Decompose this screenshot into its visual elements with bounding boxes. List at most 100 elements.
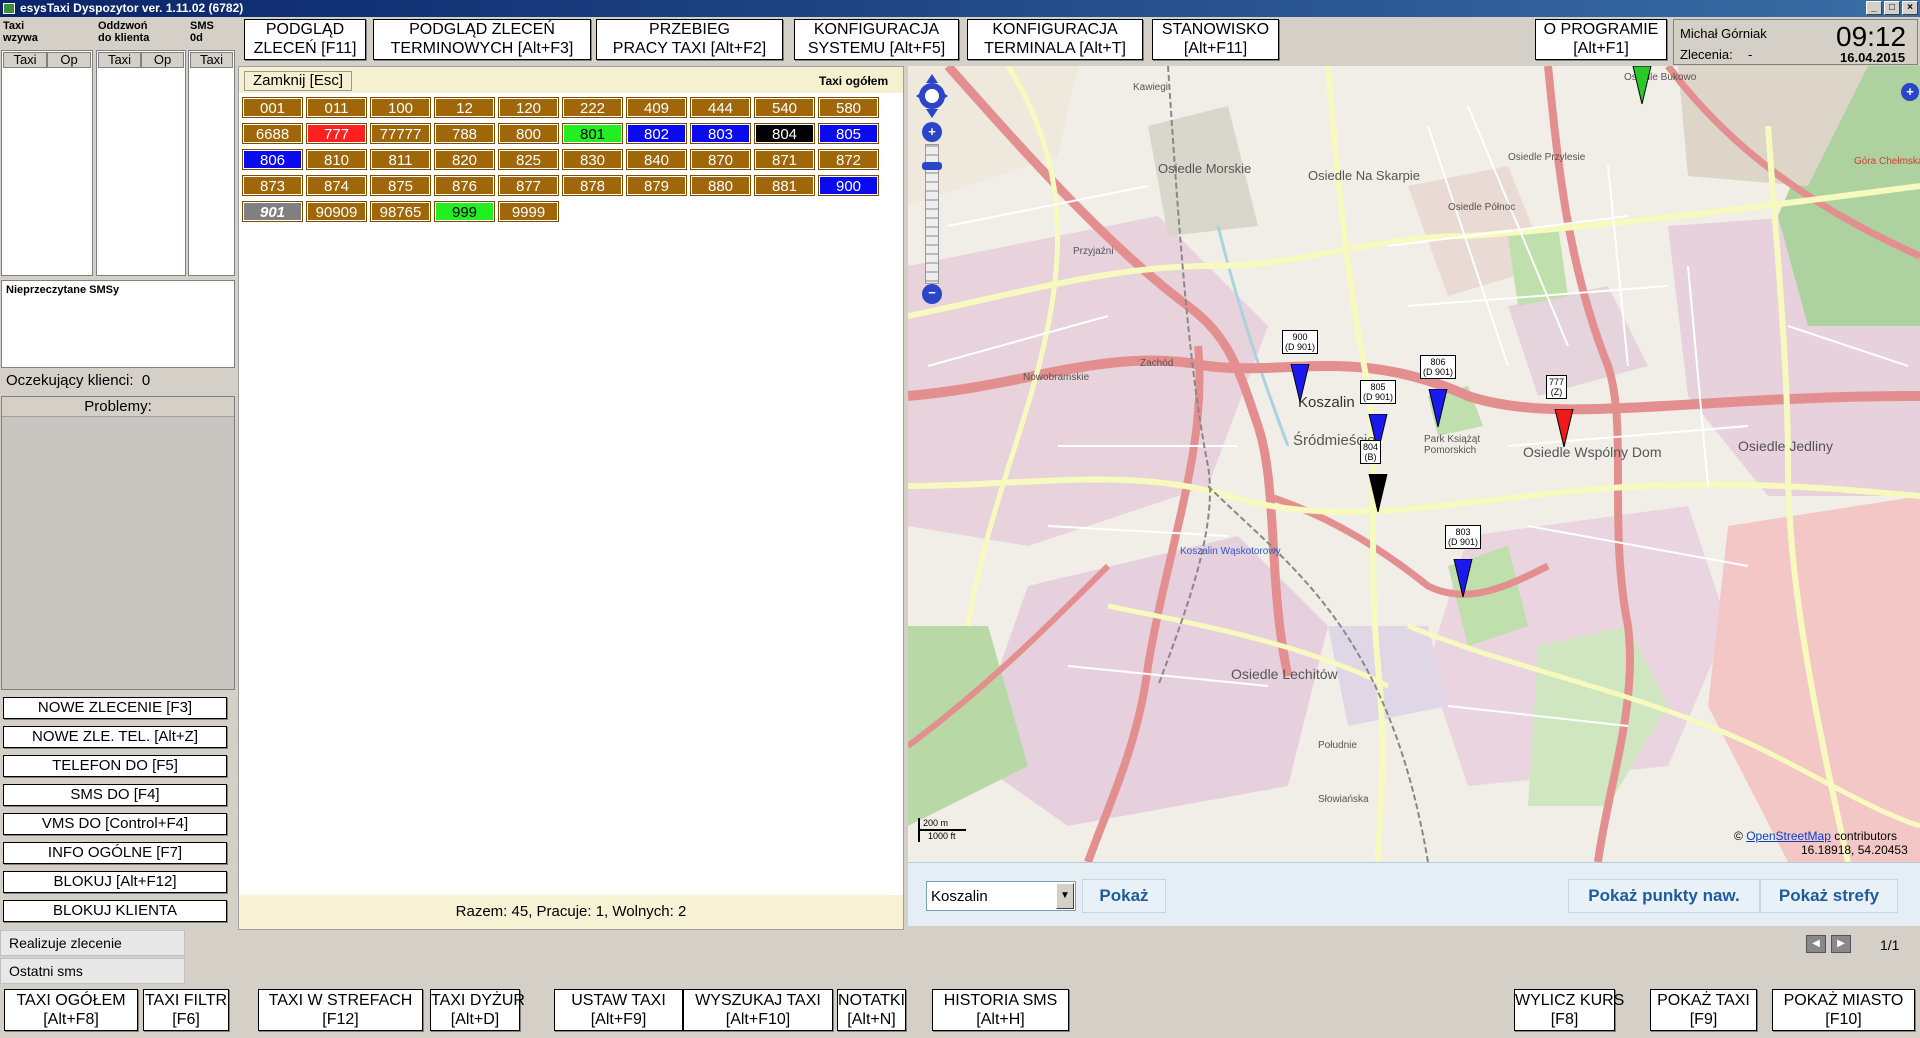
taxi-cell-878[interactable]: 878	[562, 175, 623, 196]
layer-switcher-icon[interactable]: +	[1901, 83, 1919, 101]
taxi-cell-800[interactable]: 800	[498, 123, 559, 144]
pin-label-900[interactable]: 900 (D 901)	[1282, 330, 1319, 354]
taxi-cell-409[interactable]: 409	[626, 97, 687, 118]
taxi-cell-872[interactable]: 872	[818, 149, 879, 170]
show-city-button[interactable]: Pokaż	[1082, 879, 1166, 913]
taxi-cell-830[interactable]: 830	[562, 149, 623, 170]
taxi-cell-540[interactable]: 540	[754, 97, 815, 118]
taxi-cell-100[interactable]: 100	[370, 97, 431, 118]
about-button[interactable]: O PROGRAMIE [Alt+F1]	[1535, 19, 1667, 60]
taxi-cell-001[interactable]: 001	[242, 97, 303, 118]
taxi-cell-874[interactable]: 874	[306, 175, 367, 196]
taxi-cell-811[interactable]: 811	[370, 149, 431, 170]
taxi-cell-999[interactable]: 999	[434, 201, 495, 222]
pin-label-805[interactable]: 805 (D 901)	[1360, 380, 1397, 404]
taxi-cell-870[interactable]: 870	[690, 149, 751, 170]
pin-label-777[interactable]: 777 (Z)	[1546, 375, 1568, 399]
sms-to-button[interactable]: SMS DO [F4]	[3, 784, 227, 806]
block-client-button[interactable]: BLOKUJ KLIENTA	[3, 900, 227, 922]
taxi-cell-120[interactable]: 120	[498, 97, 559, 118]
green-pin-icon[interactable]	[1631, 66, 1653, 106]
taxi-cell-98765[interactable]: 98765	[370, 201, 431, 222]
scheduled-orders-button[interactable]: PODGLĄD ZLECEŃ TERMINOWYCH [Alt+F3]	[373, 19, 591, 60]
system-config-button[interactable]: KONFIGURACJA SYSTEMU [Alt+F5]	[794, 19, 959, 60]
calling-col-op[interactable]: Op	[47, 52, 91, 68]
close-button[interactable]: ×	[1902, 1, 1918, 15]
taxi-cell-803[interactable]: 803	[690, 123, 751, 144]
taxi-cell-810[interactable]: 810	[306, 149, 367, 170]
taxi-cell-873[interactable]: 873	[242, 175, 303, 196]
taxi-cell-804[interactable]: 804	[754, 123, 815, 144]
pan-control[interactable]	[916, 74, 948, 118]
zoom-out-icon[interactable]: −	[922, 284, 942, 304]
taxi-cell-876[interactable]: 876	[434, 175, 495, 196]
taxi-cell-580[interactable]: 580	[818, 97, 879, 118]
show-taxi-button[interactable]: POKAŻ TAXI [F9]	[1650, 989, 1757, 1031]
general-info-button[interactable]: INFO OGÓLNE [F7]	[3, 842, 227, 864]
map-pin-icon-804[interactable]	[1367, 474, 1389, 514]
terminal-config-button[interactable]: KONFIGURACJA TERMINALA [Alt+T]	[967, 19, 1143, 60]
taxi-cell-6688[interactable]: 6688	[242, 123, 303, 144]
taxi-cell-90909[interactable]: 90909	[306, 201, 367, 222]
minimize-button[interactable]: _	[1866, 1, 1882, 15]
taxi-cell-877[interactable]: 877	[498, 175, 559, 196]
taxi-cell-840[interactable]: 840	[626, 149, 687, 170]
show-nav-points-button[interactable]: Pokaż punkty naw.	[1568, 879, 1760, 913]
taxi-cell-825[interactable]: 825	[498, 149, 559, 170]
taxi-cell-900[interactable]: 900	[818, 175, 879, 196]
vms-to-button[interactable]: VMS DO [Control+F4]	[3, 813, 227, 835]
workstation-button[interactable]: STANOWISKO [Alt+F11]	[1152, 19, 1279, 60]
taxi-filter-button[interactable]: TAXI FILTR [F6]	[143, 989, 229, 1031]
show-zones-button[interactable]: Pokaż strefy	[1760, 879, 1898, 913]
tab-ostatni-sms[interactable]: Ostatni sms	[0, 958, 185, 984]
prev-page-icon[interactable]: ◀	[1806, 935, 1826, 953]
taxi-cell-011[interactable]: 011	[306, 97, 367, 118]
map-pin-icon-777[interactable]	[1553, 409, 1575, 449]
pickup-col-taxi[interactable]: Taxi	[98, 52, 141, 68]
taxi-cell-879[interactable]: 879	[626, 175, 687, 196]
taxi-work-history-button[interactable]: PRZEBIEG PRACY TAXI [Alt+F2]	[596, 19, 783, 60]
tab-realizuje-zlecenie[interactable]: Realizuje zlecenie	[0, 930, 185, 956]
maximize-button[interactable]: □	[1884, 1, 1900, 15]
notes-button[interactable]: NOTATKI [Alt+N]	[837, 989, 906, 1031]
calling-col-taxi[interactable]: Taxi	[3, 52, 47, 68]
new-order-button[interactable]: NOWE ZLECENIE [F3]	[3, 697, 227, 719]
taxi-cell-880[interactable]: 880	[690, 175, 751, 196]
unread-sms-panel[interactable]: Nieprzeczytane SMSy	[1, 280, 235, 368]
calling-list-body[interactable]	[1, 50, 93, 276]
phone-to-button[interactable]: TELEFON DO [F5]	[3, 755, 227, 777]
find-taxi-button[interactable]: WYSZUKAJ TAXI [Alt+F10]	[683, 989, 833, 1031]
new-phone-order-button[interactable]: NOWE ZLE. TEL. [Alt+Z]	[3, 726, 227, 748]
taxi-cell-801[interactable]: 801	[562, 123, 623, 144]
osm-link[interactable]: OpenStreetMap	[1746, 829, 1831, 843]
set-taxi-button[interactable]: USTAW TAXI [Alt+F9]	[554, 989, 683, 1031]
zoom-in-icon[interactable]: +	[922, 122, 942, 142]
pin-label-803[interactable]: 803 (D 901)	[1445, 525, 1482, 549]
taxi-cell-802[interactable]: 802	[626, 123, 687, 144]
city-select[interactable]: Koszalin ▼	[926, 881, 1076, 911]
taxi-cell-9999[interactable]: 9999	[498, 201, 559, 222]
map-pin-icon-900[interactable]	[1289, 364, 1311, 404]
taxi-duty-button[interactable]: TAXI DYŻUR [Alt+D]	[430, 989, 525, 1031]
map-pin-icon-803[interactable]	[1452, 559, 1474, 599]
taxi-cell-444[interactable]: 444	[690, 97, 751, 118]
taxi-cell-881[interactable]: 881	[754, 175, 815, 196]
map-view[interactable]: Osiedle Morskie Osiedle Na Skarpie Osied…	[908, 66, 1920, 862]
taxi-cell-805[interactable]: 805	[818, 123, 879, 144]
sms-history-button[interactable]: HISTORIA SMS [Alt+H]	[932, 989, 1069, 1031]
taxi-cell-901[interactable]: 901	[242, 201, 303, 222]
zoom-slider-handle[interactable]	[922, 162, 942, 170]
pin-label-804[interactable]: 804 (B)	[1360, 440, 1382, 464]
taxi-cell-788[interactable]: 788	[434, 123, 495, 144]
next-page-icon[interactable]: ▶	[1831, 935, 1851, 953]
show-city-button-bottom[interactable]: POKAŻ MIASTO [F10]	[1772, 989, 1915, 1031]
problems-panel[interactable]: Problemy:	[1, 396, 235, 690]
taxi-cell-875[interactable]: 875	[370, 175, 431, 196]
taxi-cell-222[interactable]: 222	[562, 97, 623, 118]
close-taxi-panel-button[interactable]: Zamknij [Esc]	[244, 71, 352, 91]
sms-list-body[interactable]	[188, 50, 235, 276]
taxi-cell-820[interactable]: 820	[434, 149, 495, 170]
taxi-cell-777[interactable]: 777	[306, 123, 367, 144]
taxi-cell-12[interactable]: 12	[434, 97, 495, 118]
pin-label-806[interactable]: 806 (D 901)	[1420, 355, 1457, 379]
